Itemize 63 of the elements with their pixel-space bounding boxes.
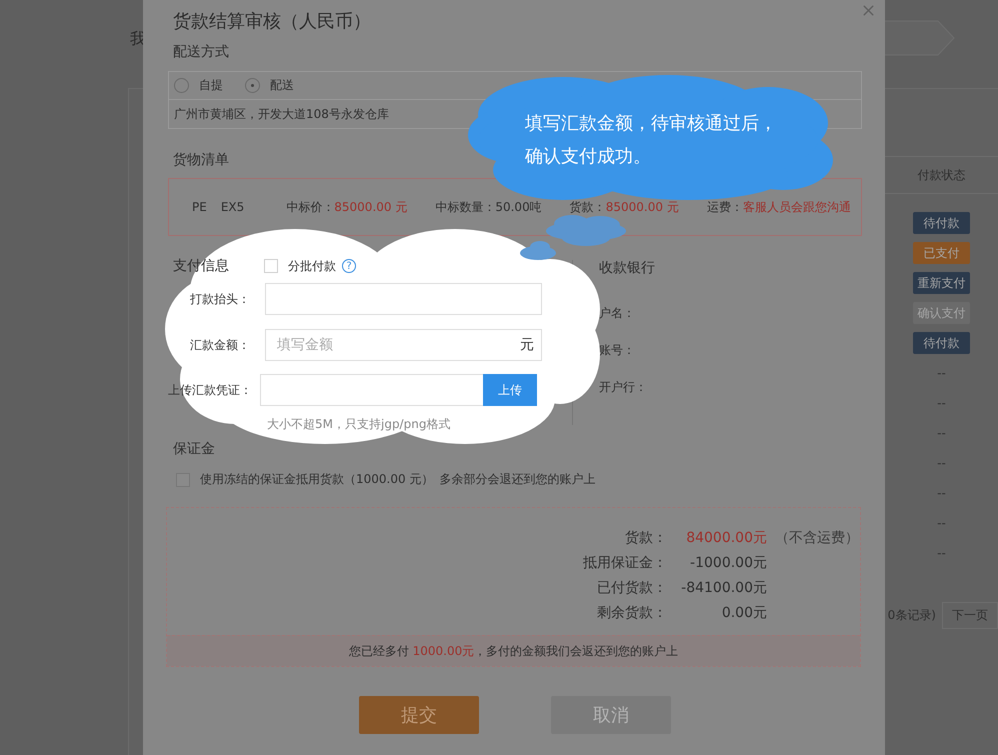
status-badge[interactable]: 待付款 xyxy=(913,212,970,234)
field-label: 开户行： xyxy=(599,379,648,396)
product-name: PE xyxy=(192,200,207,214)
note-text: 多余部分会退还到您的账户上 xyxy=(439,471,596,488)
checkbox-label: 分批付款 xyxy=(288,258,336,274)
field-label: 汇款金额： xyxy=(189,336,251,354)
hint-text: 大小不超5M，只支持jgp/png格式 xyxy=(267,416,452,433)
summary-note: （不含运费） xyxy=(775,529,860,547)
field-label: 户名： xyxy=(599,305,636,322)
dialog-title: 货款结算审核（人民币） xyxy=(173,10,372,34)
table-cell: -- xyxy=(937,456,946,470)
field-value: 客服人员会跟您沟通 xyxy=(742,198,851,216)
upload-button[interactable]: 上传 xyxy=(483,374,537,406)
address-text: 广州市黄埔区，开发大道108号永发仓库 xyxy=(174,106,389,122)
tip-text: 填写汇款金额，待审核通过后， xyxy=(525,112,777,135)
field-label: 中标价： xyxy=(286,198,334,216)
section-title: 收款银行 xyxy=(599,259,656,278)
status-badge[interactable]: 待付款 xyxy=(913,332,970,354)
summary-value: -84100.00元 xyxy=(680,579,767,597)
field-value: 85000.00 元 xyxy=(606,198,679,216)
amount-input[interactable]: 填写金额 xyxy=(266,330,520,360)
status-badge[interactable]: 确认支付 xyxy=(913,302,970,324)
summary-label: 抵用保证金： xyxy=(582,554,667,572)
field-label: 货款： xyxy=(570,198,606,216)
unit-label: 元 xyxy=(520,336,535,354)
table-cell: -- xyxy=(937,486,946,500)
table-cell: -- xyxy=(937,516,946,530)
radio-button[interactable] xyxy=(174,78,189,93)
submit-button[interactable]: 提交 xyxy=(359,696,479,734)
tip-text: 确认支付成功。 xyxy=(525,145,652,168)
field-label: 中标数量： xyxy=(435,198,496,216)
product-name: EX5 xyxy=(220,200,244,214)
summary-label: 货款： xyxy=(624,529,667,547)
status-badge[interactable]: 已支付 xyxy=(913,242,970,264)
field-value: 50.00吨 xyxy=(495,198,542,216)
field-label: 运费： xyxy=(706,198,743,216)
summary-label: 已付货款： xyxy=(596,579,667,597)
table-cell: -- xyxy=(937,366,946,380)
checkbox-label: 使用冻结的保证金抵用货款（1000.00 元） xyxy=(200,471,434,488)
field-value: 85000.00 元 xyxy=(334,198,408,216)
summary-label: 剩余货款： xyxy=(596,604,667,622)
table-cell: -- xyxy=(937,546,946,560)
help-icon[interactable]: ? xyxy=(342,259,356,273)
table-cell: -- xyxy=(937,426,946,440)
status-badge[interactable]: 重新支付 xyxy=(913,272,970,294)
radio-label: 配送 xyxy=(270,77,294,94)
summary-value: 0.00元 xyxy=(720,604,767,622)
field-label: 打款抬头： xyxy=(189,290,251,308)
section-title: 货物清单 xyxy=(173,151,229,170)
table-cell: -- xyxy=(937,396,946,410)
input-field[interactable] xyxy=(265,283,542,315)
section-title: 配送方式 xyxy=(173,43,229,62)
overpay-notice: 您已经多付 1000.00元，多付的金额我们会返还到您的账户上 xyxy=(348,642,678,660)
field-label: 账号： xyxy=(599,342,636,359)
cloud-icon xyxy=(468,75,833,200)
summary-value: 84000.00元 xyxy=(685,529,767,547)
amount-field[interactable]: 填写金额 元 xyxy=(265,329,542,361)
file-field[interactable]: 上传 xyxy=(260,374,537,406)
radio-button[interactable] xyxy=(245,78,260,93)
cancel-button[interactable]: 取消 xyxy=(551,696,671,734)
radio-label: 自提 xyxy=(199,77,223,94)
section-title: 保证金 xyxy=(173,440,215,459)
summary-value: -1000.00元 xyxy=(689,554,767,572)
